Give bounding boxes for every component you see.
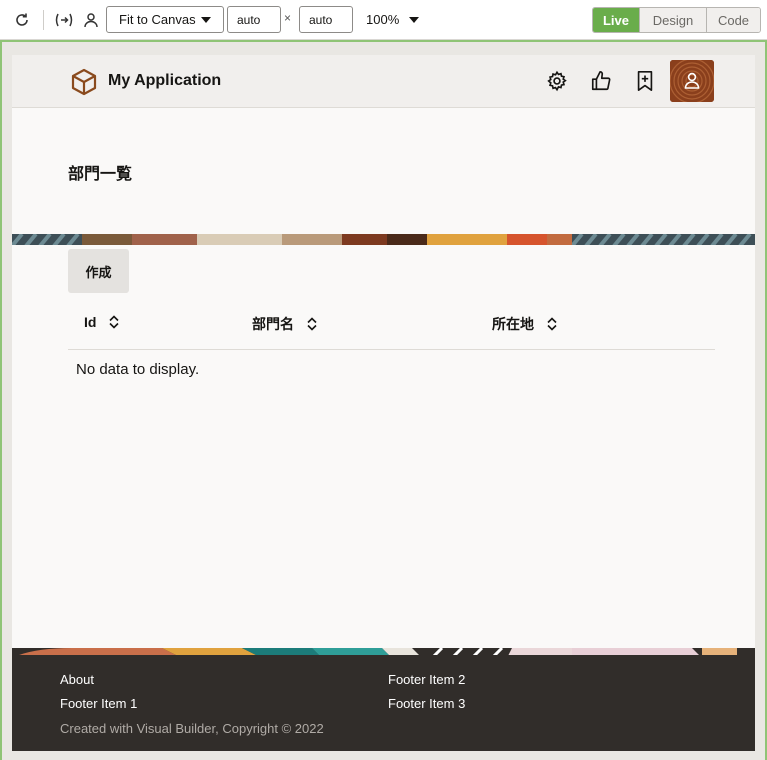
variables-icon[interactable] xyxy=(52,9,76,31)
canvas-height-input[interactable]: auto xyxy=(299,6,353,33)
app-footer: About Footer Item 1 Footer Item 2 Footer… xyxy=(12,655,755,751)
canvas-width-input[interactable]: auto xyxy=(227,6,281,33)
page-title: 部門一覧 xyxy=(68,166,133,183)
sort-icon xyxy=(109,315,120,329)
footer-copyright: Created with Visual Builder, Copyright ©… xyxy=(60,721,324,736)
column-header-label: Id xyxy=(84,314,97,330)
column-header-label: 部門名 xyxy=(252,316,294,332)
cube-logo-icon xyxy=(71,68,97,96)
app-title: My Application xyxy=(108,72,222,89)
chevron-down-icon xyxy=(201,17,211,23)
column-header-department-name[interactable]: 部門名 xyxy=(252,314,318,334)
column-header-label: 所在地 xyxy=(492,316,534,332)
footer-link-about[interactable]: About xyxy=(60,672,94,687)
thumbs-up-icon[interactable] xyxy=(589,69,613,93)
bookmark-add-icon[interactable] xyxy=(633,69,657,93)
column-header-id[interactable]: Id xyxy=(84,314,120,330)
create-button[interactable]: 作成 xyxy=(68,249,129,293)
refresh-icon[interactable] xyxy=(11,9,33,31)
table-header-divider xyxy=(68,349,715,350)
application-preview: My Application 部門一覧 作成 Id 部門名 所在地 No dat… xyxy=(12,55,755,751)
zoom-level[interactable]: 100% xyxy=(366,12,399,27)
decorative-banner-bottom xyxy=(12,645,755,655)
mode-live-button[interactable]: Live xyxy=(593,8,639,32)
footer-link-item-2[interactable]: Footer Item 2 xyxy=(388,672,465,687)
fit-to-canvas-select[interactable]: Fit to Canvas xyxy=(106,6,224,33)
fit-select-value: Fit to Canvas xyxy=(119,12,196,27)
zoom-chevron-down-icon[interactable] xyxy=(409,17,419,23)
empty-table-message: No data to display. xyxy=(76,361,200,378)
user-role-icon[interactable] xyxy=(80,9,102,31)
footer-link-item-1[interactable]: Footer Item 1 xyxy=(60,696,137,711)
designer-toolbar: Fit to Canvas auto × auto 100% Live Desi… xyxy=(0,0,767,40)
sort-icon xyxy=(307,317,317,331)
mode-design-button[interactable]: Design xyxy=(639,8,706,32)
mode-switcher: Live Design Code xyxy=(592,7,761,33)
user-avatar[interactable] xyxy=(670,60,714,102)
sort-icon xyxy=(547,317,557,331)
gear-icon[interactable] xyxy=(545,69,569,93)
column-header-location[interactable]: 所在地 xyxy=(492,314,558,334)
mode-code-button[interactable]: Code xyxy=(706,8,760,32)
decorative-banner-top xyxy=(12,233,755,245)
dimension-separator: × xyxy=(284,11,292,25)
app-header: My Application xyxy=(12,55,755,108)
footer-link-item-3[interactable]: Footer Item 3 xyxy=(388,696,465,711)
toolbar-divider xyxy=(43,10,44,30)
